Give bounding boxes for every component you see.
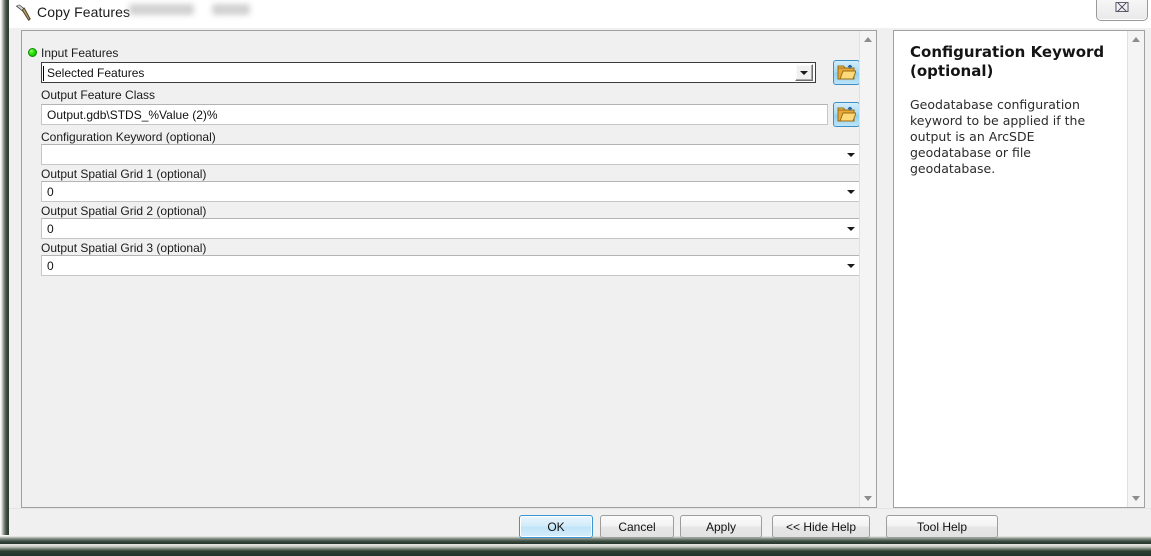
output-feature-class-input[interactable]: Output.gdb\STDS_%Value (2)% [41, 104, 828, 125]
output-spatial-grid-1-value: 0 [47, 184, 54, 199]
dialog-body: Input Features Selected Features Output … [9, 28, 1151, 508]
hide-help-button[interactable]: << Hide Help [772, 515, 870, 538]
window-title: Copy Features [37, 4, 131, 20]
label-configuration-keyword: Configuration Keyword (optional) [41, 130, 216, 144]
dialog-button-bar: OK Cancel Apply << Hide Help Tool Help [9, 508, 1151, 538]
taskbar-strip [0, 544, 1151, 556]
tool-help-button[interactable]: Tool Help [886, 515, 998, 538]
help-content: Configuration Keyword (optional) Geodata… [894, 31, 1128, 507]
output-spatial-grid-1-combobox[interactable]: 0 [41, 181, 860, 202]
close-icon: ⌧ [1114, 1, 1130, 16]
output-spatial-grid-2-combobox[interactable]: 0 [41, 218, 860, 239]
close-button[interactable]: ⌧ [1096, 0, 1148, 21]
cancel-button[interactable]: Cancel [600, 515, 674, 538]
output-spatial-grid-2-value: 0 [47, 221, 54, 236]
chevron-down-icon[interactable] [842, 256, 859, 275]
window-border-left [0, 0, 9, 544]
label-output-feature-class: Output Feature Class [41, 88, 156, 102]
ok-button[interactable]: OK [519, 515, 593, 538]
required-indicator-icon [28, 48, 37, 57]
input-features-value: Selected Features [47, 65, 145, 80]
label-input-features: Input Features [41, 46, 119, 60]
scroll-up-icon[interactable] [860, 31, 876, 48]
help-panel: Configuration Keyword (optional) Geodata… [893, 30, 1145, 508]
label-output-spatial-grid-2: Output Spatial Grid 2 (optional) [41, 204, 207, 218]
configuration-keyword-combobox[interactable] [41, 144, 860, 165]
chevron-down-icon[interactable] [842, 182, 859, 201]
scroll-down-icon[interactable] [1128, 490, 1144, 507]
input-features-combobox[interactable]: Selected Features [41, 62, 816, 83]
window-inner: Copy Features ⌧ Input Features Selected … [9, 0, 1151, 538]
output-spatial-grid-3-value: 0 [47, 258, 54, 273]
scroll-up-icon[interactable] [1128, 31, 1144, 48]
output-feature-class-value: Output.gdb\STDS_%Value (2)% [47, 107, 218, 122]
output-spatial-grid-3-combobox[interactable]: 0 [41, 255, 860, 276]
chevron-down-icon[interactable] [795, 64, 813, 81]
help-panel-scrollbar[interactable] [1127, 31, 1144, 507]
scroll-down-icon[interactable] [860, 490, 876, 507]
hammer-icon [13, 3, 33, 23]
chevron-down-icon[interactable] [842, 145, 859, 164]
label-output-spatial-grid-3: Output Spatial Grid 3 (optional) [41, 241, 207, 255]
apply-button[interactable]: Apply [680, 515, 762, 538]
parameter-panel-scrollbar[interactable] [859, 31, 876, 507]
chevron-down-icon[interactable] [842, 219, 859, 238]
copy-features-dialog: Copy Features ⌧ Input Features Selected … [0, 0, 1151, 544]
parameter-scroll-area: Input Features Selected Features Output … [22, 31, 860, 507]
title-bar[interactable]: Copy Features ⌧ [9, 0, 1151, 28]
parameter-panel: Input Features Selected Features Output … [21, 30, 877, 508]
browse-output-feature-class-button[interactable] [833, 102, 860, 127]
help-body: Geodatabase configuration keyword to be … [910, 97, 1086, 176]
text-caret [43, 66, 44, 81]
label-output-spatial-grid-1: Output Spatial Grid 1 (optional) [41, 167, 207, 181]
redacted-title-text-1 [129, 4, 194, 15]
browse-input-features-button[interactable] [833, 60, 860, 85]
help-title: Configuration Keyword (optional) [910, 43, 1105, 80]
redacted-title-text-2 [212, 4, 250, 15]
